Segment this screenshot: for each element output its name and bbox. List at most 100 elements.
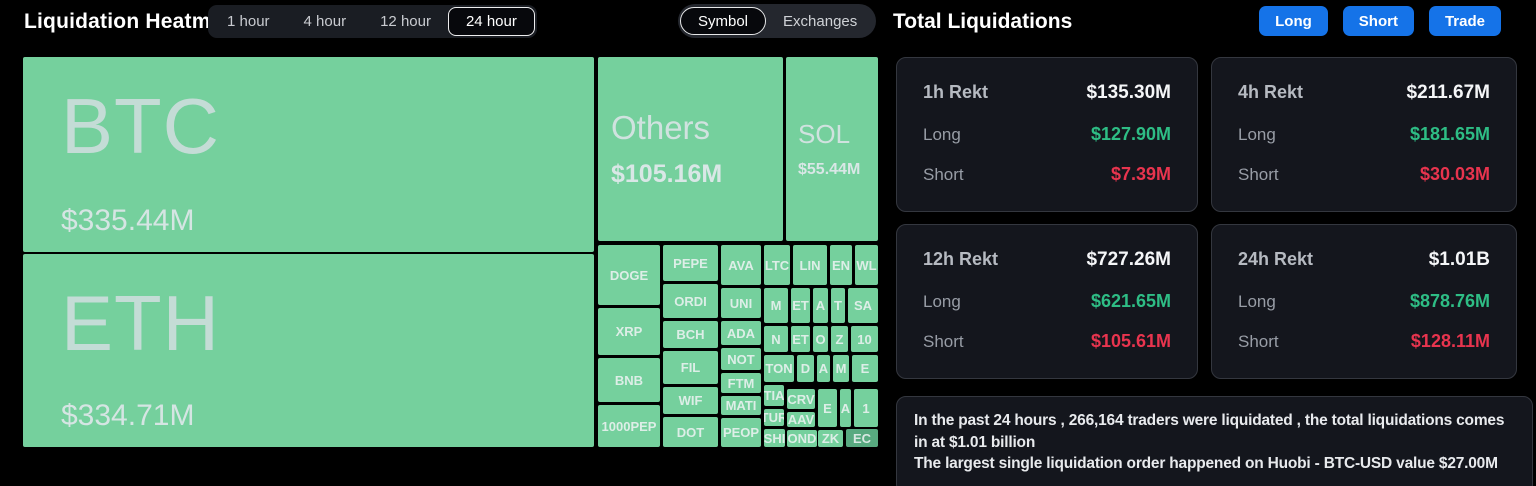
treemap-cell-ada[interactable]: ADA bbox=[721, 321, 761, 345]
treemap-cell-1000pep[interactable]: 1000PEP bbox=[598, 405, 660, 447]
treemap-cell-a[interactable]: A bbox=[840, 389, 851, 427]
treemap-cell-1[interactable]: 1 bbox=[854, 389, 878, 427]
treemap-cell-pepe[interactable]: PEPE bbox=[663, 245, 718, 281]
treemap-cell-a[interactable]: A bbox=[813, 288, 828, 323]
treemap-cell-zk[interactable]: ZK bbox=[818, 430, 843, 447]
treemap-cell-lin[interactable]: LIN bbox=[793, 245, 827, 285]
treemap-cell-not[interactable]: NOT bbox=[721, 348, 761, 370]
short-button[interactable]: Short bbox=[1342, 6, 1414, 36]
cell-label: TON bbox=[765, 361, 793, 376]
treemap-cell-shi[interactable]: SHI bbox=[764, 429, 785, 447]
long-button[interactable]: Long bbox=[1259, 6, 1328, 36]
page-title: Liquidation Heatmap bbox=[24, 10, 236, 33]
treemap-cell-en[interactable]: EN bbox=[830, 245, 852, 285]
cell-label: LIN bbox=[799, 257, 821, 273]
cell-label: 1000PEP bbox=[601, 418, 657, 434]
treemap-cell-fil[interactable]: FIL bbox=[663, 351, 718, 384]
treemap-cell-e[interactable]: E bbox=[852, 355, 878, 382]
toggle-symbol[interactable]: Symbol bbox=[680, 7, 767, 35]
cell-value: $334.71M bbox=[61, 399, 195, 432]
long-value: $181.65M bbox=[1409, 123, 1490, 144]
cell-label: TUR bbox=[764, 410, 784, 425]
card-title-row: 4h Rekt $211.67M bbox=[1238, 82, 1490, 104]
cell-label: 10 bbox=[857, 331, 872, 347]
treemap-cell-ec[interactable]: EC bbox=[846, 429, 878, 447]
treemap-cell-wl[interactable]: WL bbox=[855, 245, 878, 285]
treemap-cell-bnb[interactable]: BNB bbox=[598, 358, 660, 402]
treemap-cell-z[interactable]: Z bbox=[831, 326, 848, 352]
treemap-cell-m[interactable]: M bbox=[764, 288, 788, 323]
cell-label: BCH bbox=[676, 327, 705, 342]
cell-label: M bbox=[835, 361, 847, 376]
treemap-cell-d[interactable]: D bbox=[797, 355, 814, 382]
cell-label: AVA bbox=[728, 257, 754, 273]
rekt-card-12h-rekt: 12h Rekt $727.26M Long $621.65M Short $105.61… bbox=[896, 224, 1198, 379]
cell-label: XRP bbox=[615, 324, 643, 339]
cell-label: T bbox=[834, 298, 842, 313]
card-total: $1.01B bbox=[1428, 249, 1490, 270]
liquidation-dashboard: Liquidation Heatmap 1 hour 4 hour 12 hour 2… bbox=[0, 0, 1536, 486]
symbol-exchanges-toggle: Symbol Exchanges bbox=[678, 4, 877, 38]
liquidation-treemap: BTC $335.44M ETH $334.71M Others $105.16M SOL $… bbox=[23, 57, 878, 447]
summary-panel: In the past 24 hours , 266,164 traders w… bbox=[896, 396, 1533, 486]
treemap-cell-xrp[interactable]: XRP bbox=[598, 308, 660, 355]
treemap-cell-10[interactable]: 10 bbox=[851, 326, 878, 352]
treemap-cell-ava[interactable]: AVA bbox=[721, 245, 761, 285]
cell-label: D bbox=[800, 361, 811, 376]
treemap-cell-et[interactable]: ET bbox=[791, 288, 810, 323]
cell-label: Z bbox=[835, 331, 844, 347]
treemap-cell-mati[interactable]: MATI bbox=[721, 396, 761, 415]
treemap-cell-aav[interactable]: AAV bbox=[787, 412, 815, 427]
treemap-cell-wif[interactable]: WIF bbox=[663, 387, 718, 414]
treemap-cell-m[interactable]: M bbox=[833, 355, 849, 382]
rekt-card-1h-rekt: 1h Rekt $135.30M Long $127.90M Short $7.39M bbox=[896, 57, 1198, 212]
cell-value: $55.44M bbox=[798, 161, 861, 178]
treemap-cell-others[interactable]: Others $105.16M bbox=[598, 57, 783, 241]
short-value: $128.11M bbox=[1410, 331, 1490, 351]
card-short-row: Short $105.61M bbox=[923, 331, 1171, 352]
treemap-cell-doge[interactable]: DOGE bbox=[598, 245, 660, 305]
treemap-cell-ftm[interactable]: FTM bbox=[721, 373, 761, 393]
card-short-row: Short $30.03M bbox=[1238, 164, 1490, 185]
long-label: Long bbox=[1238, 124, 1276, 144]
treemap-cell-bch[interactable]: BCH bbox=[663, 321, 718, 348]
treemap-cell-et[interactable]: ET bbox=[791, 326, 810, 352]
treemap-cell-ltc[interactable]: LTC bbox=[764, 245, 790, 285]
treemap-cell-a[interactable]: A bbox=[817, 355, 830, 382]
trade-button[interactable]: Trade bbox=[1428, 6, 1501, 36]
treemap-cell-btc[interactable]: BTC $335.44M bbox=[23, 57, 594, 252]
time-tab-1-hour[interactable]: 1 hour bbox=[210, 7, 287, 36]
treemap-cell-n[interactable]: N bbox=[764, 326, 788, 352]
cell-label: WL bbox=[856, 257, 877, 273]
cell-label: PEPE bbox=[673, 255, 708, 271]
long-value: $621.65M bbox=[1090, 290, 1171, 311]
treemap-cell-dot[interactable]: DOT bbox=[663, 417, 718, 447]
treemap-cell-ton[interactable]: TON bbox=[764, 355, 794, 382]
treemap-cell-t[interactable]: T bbox=[831, 288, 845, 323]
card-long-row: Long $878.76M bbox=[1238, 291, 1490, 312]
cell-label: BNB bbox=[614, 372, 644, 388]
treemap-cell-e[interactable]: E bbox=[818, 389, 837, 427]
treemap-cell-ond[interactable]: OND bbox=[787, 430, 817, 447]
cell-value: $335.44M bbox=[61, 204, 195, 237]
treemap-cell-crv[interactable]: CRV bbox=[787, 389, 815, 409]
treemap-cell-uni[interactable]: UNI bbox=[721, 288, 761, 318]
summary-line-2: The largest single liquidation order hap… bbox=[914, 455, 1498, 473]
treemap-cell-tia[interactable]: TIA bbox=[764, 385, 784, 406]
cell-label: ADA bbox=[726, 325, 756, 341]
treemap-cell-sol[interactable]: SOL $55.44M bbox=[786, 57, 878, 241]
time-tab-24-hour[interactable]: 24 hour bbox=[447, 7, 535, 36]
treemap-cell-o[interactable]: O bbox=[813, 326, 828, 352]
cell-label: M bbox=[770, 298, 782, 313]
treemap-cell-eth[interactable]: ETH $334.71M bbox=[23, 254, 594, 447]
treemap-cell-tur[interactable]: TUR bbox=[764, 409, 784, 426]
treemap-cell-ordi[interactable]: ORDI bbox=[663, 284, 718, 318]
time-tab-12-hour[interactable]: 12 hour bbox=[363, 7, 448, 36]
toggle-exchanges[interactable]: Exchanges bbox=[766, 7, 874, 35]
treemap-cell-peop[interactable]: PEOP bbox=[721, 418, 761, 447]
treemap-cell-sa[interactable]: SA bbox=[848, 288, 878, 323]
card-title: 1h Rekt bbox=[923, 82, 989, 102]
cell-label: 1 bbox=[862, 400, 870, 416]
cell-label: E bbox=[823, 400, 832, 416]
time-tab-4-hour[interactable]: 4 hour bbox=[287, 7, 364, 36]
